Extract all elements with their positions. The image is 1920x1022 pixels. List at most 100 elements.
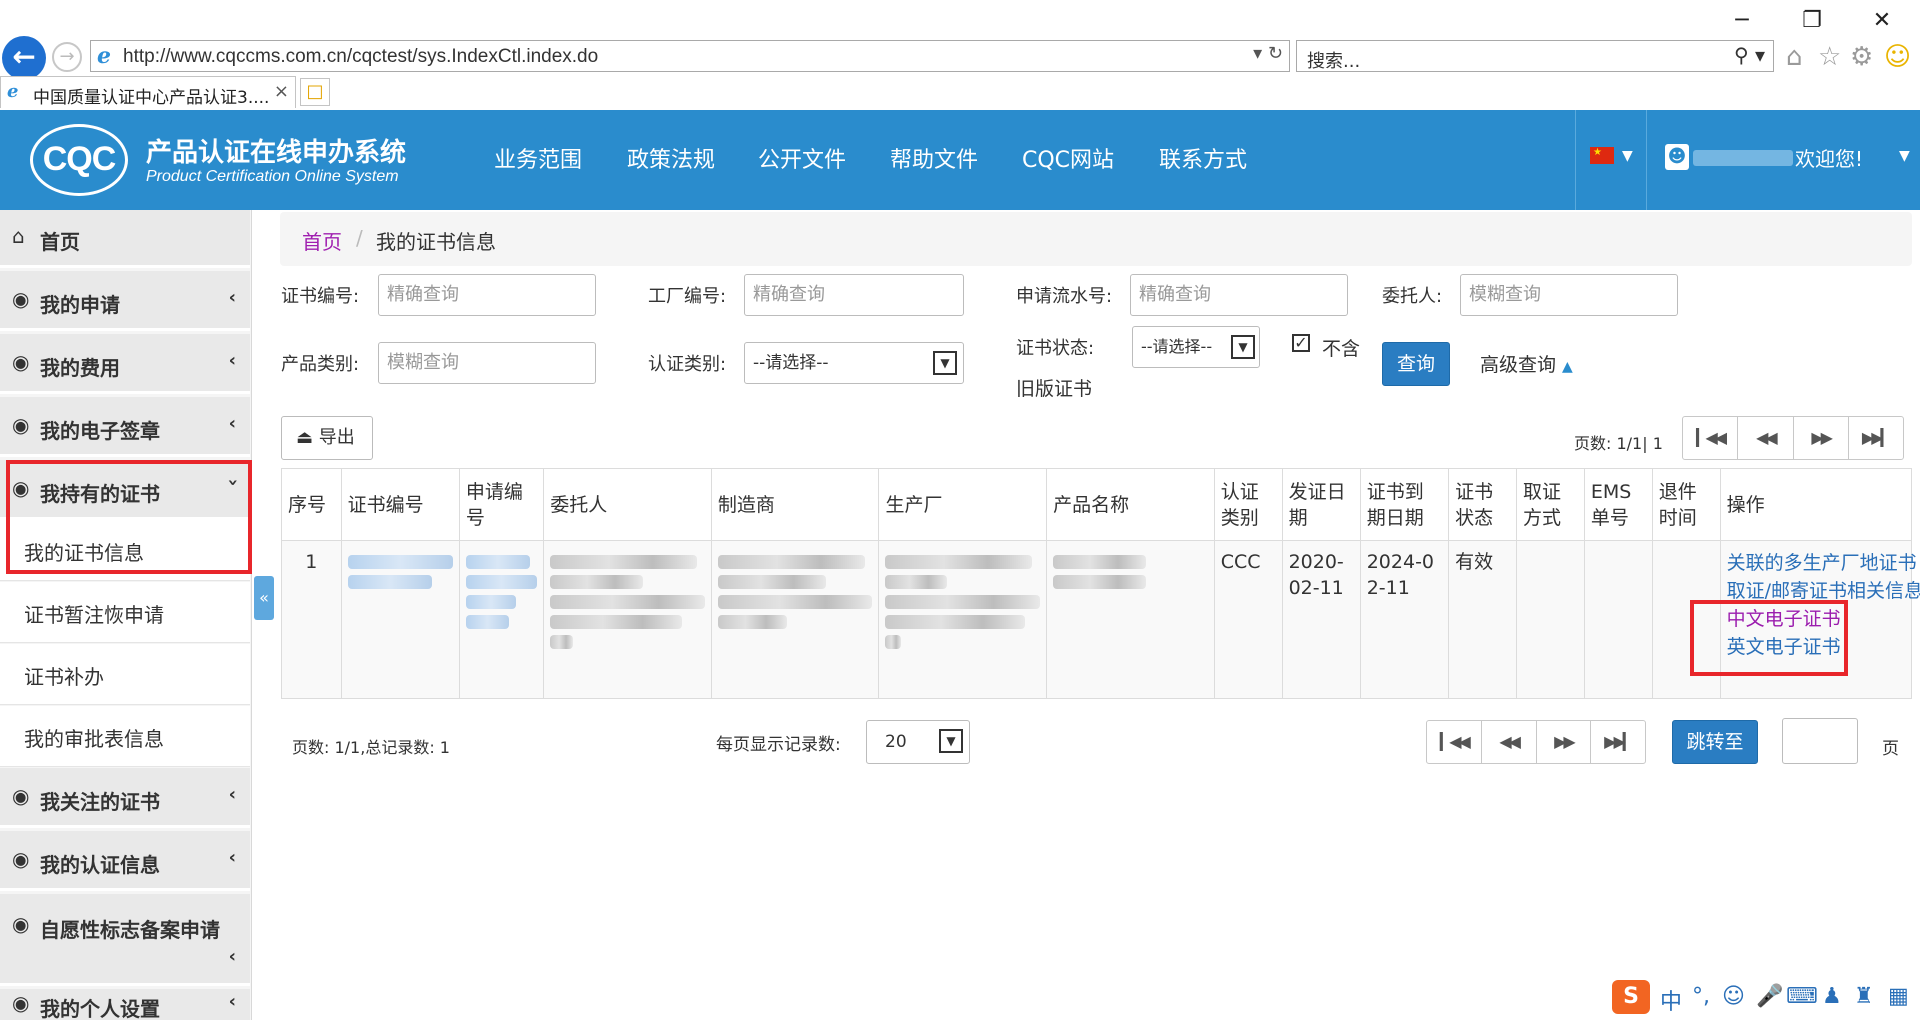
linked-factory-certs-link[interactable]: 关联的多生产厂地证书 (1727, 549, 1917, 577)
minimize-icon[interactable]: ─ (1722, 8, 1762, 34)
bottom-page-summary: 页数: 1/1,总记录数: 1 (292, 738, 450, 757)
nav-contact[interactable]: 联系方式 (1159, 142, 1247, 174)
nav-policies[interactable]: 政策法规 (627, 142, 715, 174)
sidebar-sub-reissue[interactable]: 证书补办 (0, 644, 250, 705)
favorites-star-icon[interactable]: ☆ (1818, 42, 1841, 72)
microphone-icon[interactable]: 🎤 (1756, 984, 1783, 1009)
sidebar-collapse-icon[interactable]: « (254, 576, 274, 620)
ime-menu-icon[interactable]: ▦ (1888, 984, 1909, 1009)
cert-type-select[interactable]: --请选择-- ▼ (744, 342, 964, 384)
breadcrumb-current: 我的证书信息 (376, 230, 496, 254)
skin-icon[interactable]: ♜ (1854, 984, 1874, 1009)
factory-no-input[interactable]: 精确查询 (744, 274, 964, 316)
table-row: 1 CCC 2020-02-11 2024-02-11 有效 关联的多生产厂地证… (281, 540, 1920, 699)
back-arrow-icon[interactable]: ← (2, 36, 46, 80)
goto-page-input[interactable] (1782, 718, 1858, 764)
refresh-icon[interactable]: ▾ ↻ (1253, 43, 1283, 64)
redacted-manufacturer (710, 540, 880, 699)
client-input[interactable]: 模糊查询 (1460, 274, 1678, 316)
sidebar-item-label: 我的个人设置 (40, 997, 160, 1021)
globe-icon: ◉ (12, 784, 30, 808)
search-icon[interactable]: ⚲ ▾ (1734, 43, 1765, 67)
emoji-icon[interactable]: ☺ (1722, 984, 1745, 1009)
last-page-icon[interactable]: ▶▶▎ (1591, 721, 1645, 763)
product-cat-input[interactable]: 模糊查询 (378, 342, 596, 384)
prev-page-icon[interactable]: ◀◀ (1738, 417, 1794, 459)
sidebar-item-personal-settings[interactable]: ◉ 我的个人设置 ‹ (0, 989, 250, 1021)
redacted-apply-no[interactable] (458, 540, 545, 699)
sidebar-item-my-cert-info[interactable]: ◉ 我的认证信息 ‹ (0, 831, 250, 891)
sidebar-item-home[interactable]: ⌂ 首页 (0, 210, 250, 268)
keyboard-icon[interactable]: ⌨ (1786, 984, 1818, 1009)
sidebar-item-voluntary-mark[interactable]: ◉ 自愿性标志备案申请 ‹ (0, 894, 250, 986)
search-placeholder[interactable]: 搜索... (1307, 47, 1360, 73)
first-page-icon[interactable]: ▎◀◀ (1427, 721, 1482, 763)
chevron-left-icon: ‹ (228, 784, 236, 805)
status-cell: 有效 (1448, 540, 1518, 699)
address-bar[interactable]: e http://www.cqccms.com.cn/cqctest/sys.I… (90, 40, 1290, 72)
col-header: 操作 (1719, 468, 1913, 541)
nav-public-files[interactable]: 公开文件 (758, 142, 846, 174)
sidebar-sub-suspend-restore[interactable]: 证书暂注恢申请 (0, 582, 250, 643)
goto-page-button[interactable]: 跳转至 (1672, 720, 1758, 764)
cqc-logo[interactable]: CQC (30, 124, 128, 196)
url-text[interactable]: http://www.cqccms.com.cn/cqctest/sys.Ind… (123, 46, 598, 68)
highlight-box-e-certs (1690, 600, 1848, 676)
smiley-feedback-icon[interactable]: ☺ (1884, 42, 1911, 72)
per-page-select[interactable]: 20 ▼ (866, 720, 970, 764)
breadcrumb-home-link[interactable]: 首页 (302, 226, 342, 255)
tab-close-icon[interactable]: × (274, 81, 289, 102)
close-window-icon[interactable]: ✕ (1862, 8, 1902, 34)
language-switch[interactable]: ★ ▼ (1575, 110, 1645, 210)
query-button[interactable]: 查询 (1382, 342, 1450, 386)
cert-type-value: --请选择-- (753, 353, 829, 373)
sidebar-sub-approval-forms[interactable]: 我的审批表信息 (0, 706, 250, 767)
user-tools-icon[interactable]: ♟ (1822, 984, 1842, 1009)
last-page-icon[interactable]: ▶▶▎ (1849, 417, 1903, 459)
col-header: 认证类别 (1213, 468, 1283, 541)
nav-business-scope[interactable]: 业务范围 (494, 142, 582, 174)
next-page-icon[interactable]: ▶▶ (1794, 417, 1849, 459)
first-page-icon[interactable]: ▎◀◀ (1683, 417, 1739, 459)
redacted-client (543, 540, 712, 699)
punctuation-icon[interactable]: °, (1692, 984, 1710, 1009)
prev-page-icon[interactable]: ◀◀ (1482, 721, 1537, 763)
status-value: --请选择-- (1141, 337, 1213, 356)
sidebar-item-my-applications[interactable]: ◉ 我的申请 ‹ (0, 271, 250, 331)
sidebar-item-my-fees[interactable]: ◉ 我的费用 ‹ (0, 334, 250, 394)
settings-gear-icon[interactable]: ⚙ (1850, 42, 1873, 72)
cert-no-label: 证书编号: (281, 286, 360, 307)
forward-arrow-icon[interactable]: → (52, 42, 82, 72)
browser-search-box[interactable]: 搜索... ⚲ ▾ (1296, 40, 1774, 72)
advanced-query-toggle[interactable]: 高级查询 ▲ (1480, 350, 1573, 377)
maximize-icon[interactable]: ❐ (1792, 8, 1832, 34)
apply-no-input[interactable]: 精确查询 (1130, 274, 1348, 316)
nav-help-files[interactable]: 帮助文件 (890, 142, 978, 174)
export-button[interactable]: ⏏ 导出 (281, 416, 373, 460)
next-page-icon[interactable]: ▶▶ (1537, 721, 1592, 763)
exclude-label: 不含 (1322, 338, 1361, 360)
chevron-left-icon: ‹ (228, 991, 236, 1012)
home-icon[interactable]: ⌂ (1786, 42, 1803, 72)
cert-no-input[interactable]: 精确查询 (378, 274, 596, 316)
user-menu[interactable]: ☻ 欢迎您! ▼ (1646, 110, 1920, 210)
status-select[interactable]: --请选择-- ▼ (1132, 326, 1260, 368)
sidebar-item-my-e-seal[interactable]: ◉ 我的电子签章 ‹ (0, 397, 250, 457)
sidebar-item-followed-certs[interactable]: ◉ 我关注的证书 ‹ (0, 768, 250, 828)
sidebar-item-label: 自愿性标志备案申请 (40, 918, 220, 942)
issue-date-cell: 2020-02-11 (1281, 540, 1361, 699)
sogou-logo-icon[interactable]: S (1612, 980, 1650, 1014)
browser-tab[interactable]: e 中国质量认证中心产品认证3.... × (0, 76, 296, 108)
status-label: 证书状态: (1016, 338, 1095, 359)
redacted-cert-no[interactable] (340, 540, 460, 699)
tab-title[interactable]: 中国质量认证中心产品认证3.... (33, 83, 269, 108)
app-header: CQC 产品认证在线申办系统 Product Certification Onl… (0, 110, 1920, 210)
ime-mode[interactable]: 中 (1660, 984, 1682, 1016)
new-tab-icon[interactable]: □ (300, 78, 330, 106)
col-header: 委托人 (543, 468, 712, 541)
sidebar-item-label: 首页 (40, 230, 80, 254)
page-suffix-label: 页 (1882, 739, 1899, 759)
tab-ie-icon: e (7, 81, 19, 102)
exclude-checkbox[interactable]: ✓ (1292, 334, 1310, 352)
nav-cqc-website[interactable]: CQC网站 (1022, 142, 1114, 174)
